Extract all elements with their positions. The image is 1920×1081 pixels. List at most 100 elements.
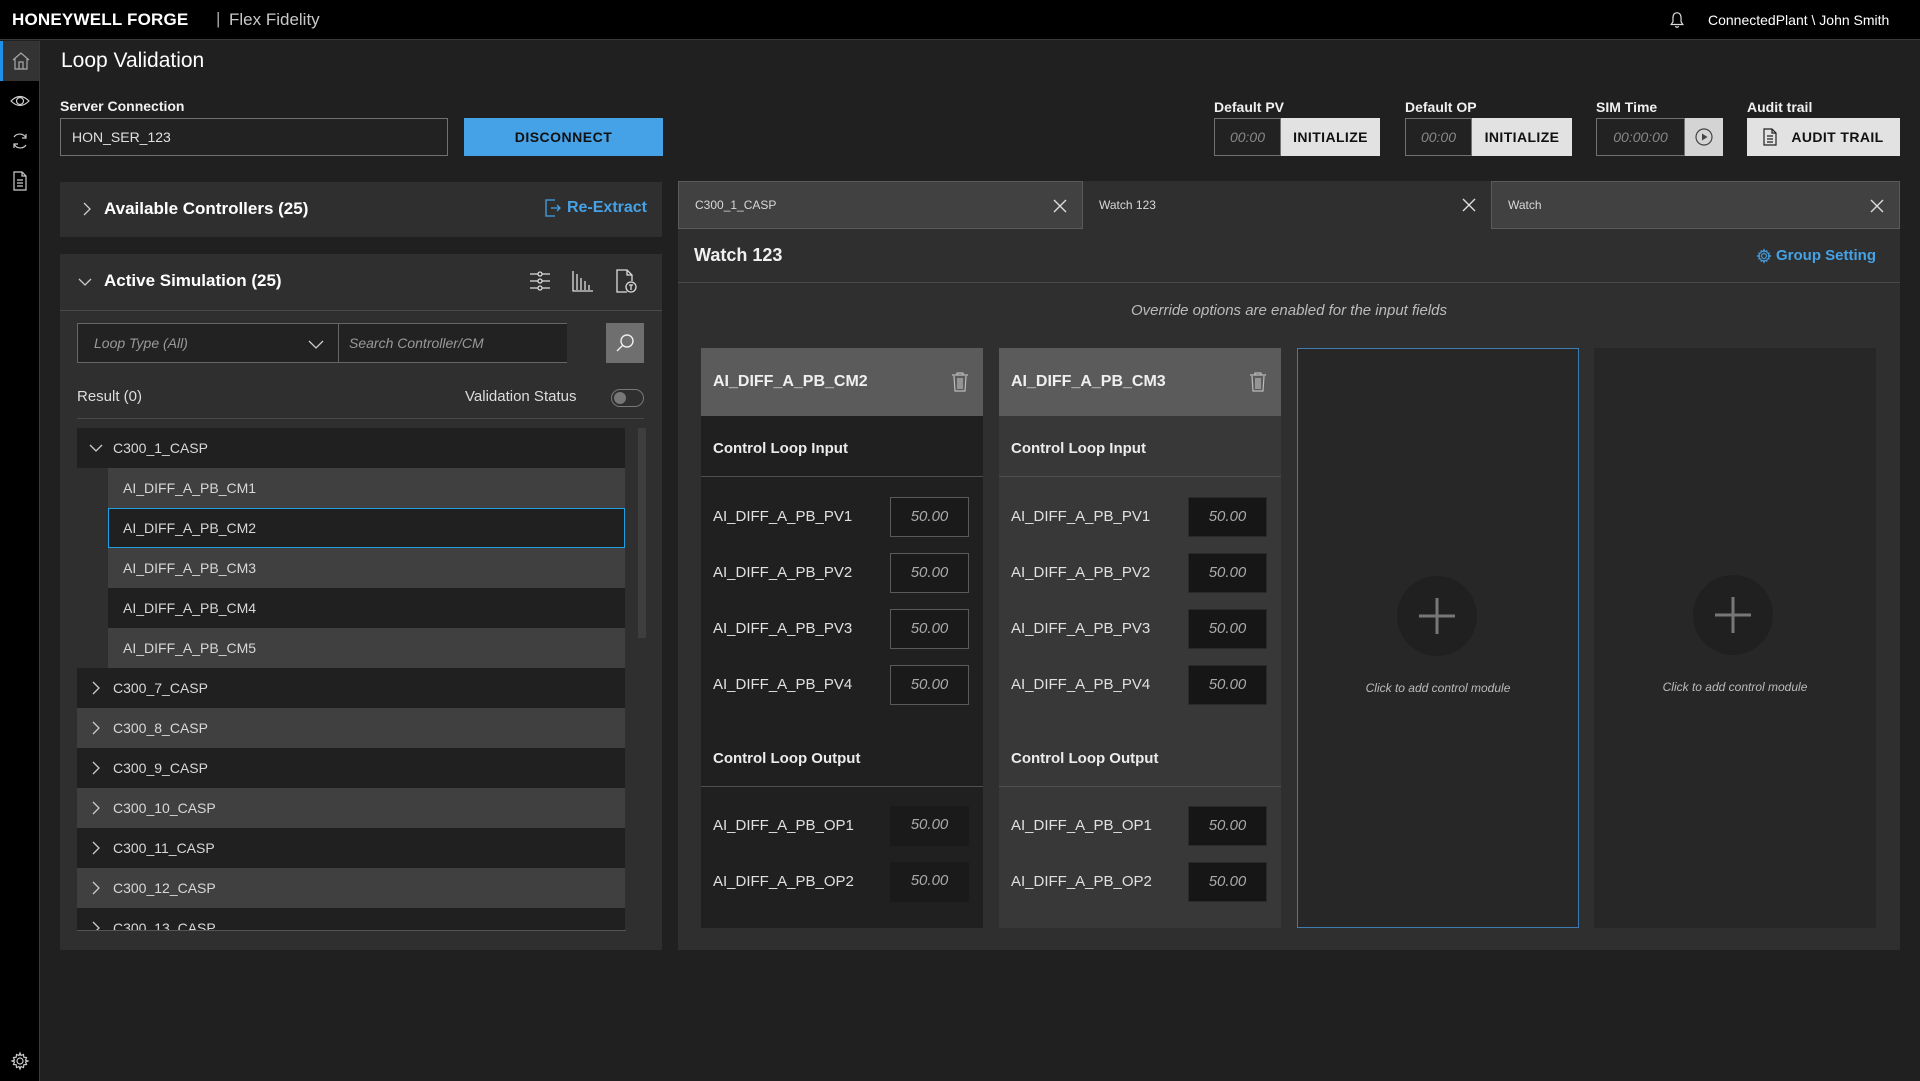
chevron-right-icon[interactable]	[89, 841, 103, 855]
bar-chart-icon[interactable]	[570, 268, 596, 294]
add-button[interactable]	[1397, 576, 1477, 656]
disconnect-button[interactable]: DISCONNECT	[464, 118, 663, 156]
search-controller-input[interactable]	[338, 323, 567, 363]
card-body: Control Loop Input AI_DIFF_A_PB_PV1 50.00 A…	[701, 416, 983, 928]
input-value-field[interactable]: 50.00	[1188, 553, 1267, 593]
active-simulation-panel: Active Simulation (25) Loop Type (All) R…	[60, 254, 662, 950]
default-pv-input[interactable]: 00:00	[1214, 118, 1281, 156]
tree-group-row[interactable]: C300_11_CASP	[77, 828, 625, 868]
chevron-right-icon[interactable]	[89, 881, 103, 895]
sidebar-item-sync[interactable]	[0, 121, 39, 161]
chevron-right-icon[interactable]	[89, 761, 103, 775]
audit-trail-button[interactable]: AUDIT TRAIL	[1747, 118, 1900, 156]
input-value-field[interactable]: 50.00	[890, 553, 969, 593]
tree-scrollbar[interactable]	[638, 428, 646, 638]
notification-bell-icon[interactable]	[1668, 11, 1686, 29]
chevron-down-icon[interactable]	[89, 441, 103, 455]
input-label: AI_DIFF_A_PB_PV4	[713, 676, 853, 693]
input-value-field[interactable]: 50.00	[890, 609, 969, 649]
validation-status-label: Validation Status	[465, 388, 577, 405]
watch-title: Watch 123	[694, 245, 783, 265]
tree-group-row[interactable]: C300_7_CASP	[77, 668, 625, 708]
output-value-field[interactable]: 50.00	[1188, 862, 1267, 902]
default-op-initialize-button[interactable]: INITIALIZE	[1472, 118, 1572, 156]
trash-icon[interactable]	[1249, 372, 1267, 392]
chevron-down-icon[interactable]	[78, 275, 92, 289]
input-label: AI_DIFF_A_PB_PV2	[1011, 564, 1151, 581]
document-timer-icon[interactable]	[613, 268, 639, 294]
tree-child-row[interactable]: AI_DIFF_A_PB_CM1	[108, 468, 625, 508]
close-icon[interactable]	[1869, 198, 1885, 214]
filter-sliders-icon[interactable]	[527, 268, 553, 294]
search-button[interactable]	[606, 323, 644, 363]
tree-child-row[interactable]: AI_DIFF_A_PB_CM5	[108, 628, 625, 668]
tree-group-row[interactable]: C300_10_CASP	[77, 788, 625, 828]
tree-group-row[interactable]: C300_13_CASP	[77, 908, 625, 931]
sim-time-input[interactable]: 00:00:00	[1596, 118, 1685, 156]
chevron-right-icon[interactable]	[89, 801, 103, 815]
output-value-field[interactable]: 50.00	[890, 806, 969, 846]
sidebar-item-reports[interactable]	[0, 161, 39, 201]
override-note: Override options are enabled for the inp…	[1130, 302, 1448, 319]
close-icon[interactable]	[1052, 198, 1068, 214]
input-value-field[interactable]: 50.00	[1188, 609, 1267, 649]
tree-row-label: C300_1_CASP	[113, 440, 208, 456]
plus-icon	[1419, 598, 1455, 634]
close-icon[interactable]	[1461, 197, 1477, 213]
output-value-field[interactable]: 50.00	[1188, 806, 1267, 846]
card-title: AI_DIFF_A_PB_CM2	[713, 373, 868, 390]
input-value-field[interactable]: 50.00	[890, 497, 969, 537]
sim-play-button[interactable]	[1685, 118, 1723, 156]
tree-row-label: C300_12_CASP	[113, 880, 216, 896]
available-controllers-title[interactable]: Available Controllers (25)	[104, 199, 308, 219]
input-value-field[interactable]: 50.00	[1188, 665, 1267, 705]
tree-group-row[interactable]: C300_1_CASP	[77, 428, 625, 468]
tree-child-row[interactable]: AI_DIFF_A_PB_CM4	[108, 588, 625, 628]
tab-watch-123[interactable]: Watch 123	[1083, 181, 1491, 229]
trash-icon[interactable]	[951, 372, 969, 392]
active-simulation-title[interactable]: Active Simulation (25)	[104, 271, 282, 291]
tree-group-row[interactable]: C300_8_CASP	[77, 708, 625, 748]
divider	[999, 476, 1281, 477]
user-menu[interactable]: ConnectedPlant \ John Smith	[1708, 12, 1889, 28]
page-title: Loop Validation	[61, 49, 205, 72]
tab-watch[interactable]: Watch	[1491, 181, 1900, 229]
card-title: AI_DIFF_A_PB_CM3	[1011, 373, 1166, 390]
card-header: AI_DIFF_A_PB_CM3	[999, 348, 1281, 416]
add-button[interactable]	[1693, 575, 1773, 655]
sidebar-item-settings[interactable]	[0, 1041, 39, 1081]
chevron-right-icon[interactable]	[89, 921, 103, 931]
tab-c300-1-casp[interactable]: C300_1_CASP	[678, 181, 1083, 229]
tree-child-row[interactable]: AI_DIFF_A_PB_CM3	[108, 548, 625, 588]
output-value-field[interactable]: 50.00	[890, 862, 969, 902]
output-section-title: Control Loop Output	[713, 750, 861, 767]
add-control-module-slot[interactable]: Click to add control module	[1594, 348, 1876, 928]
add-control-module-text: Click to add control module	[1662, 680, 1808, 694]
chevron-right-icon[interactable]	[89, 721, 103, 735]
group-setting-link[interactable]: Group Setting	[1756, 247, 1876, 264]
tree-group-row[interactable]: C300_9_CASP	[77, 748, 625, 788]
chevron-right-icon[interactable]	[89, 681, 103, 695]
server-connection-input[interactable]	[60, 118, 448, 156]
tree-row-label: AI_DIFF_A_PB_CM1	[123, 480, 257, 496]
input-value-field[interactable]: 50.00	[1188, 497, 1267, 537]
divider	[999, 786, 1281, 787]
re-extract-link[interactable]: Re-Extract	[545, 199, 647, 217]
default-op-input[interactable]: 00:00	[1405, 118, 1472, 156]
sidebar-item-monitor[interactable]	[0, 81, 39, 121]
output-section-title: Control Loop Output	[1011, 750, 1159, 767]
home-icon	[12, 52, 30, 70]
loop-type-dropdown[interactable]: Loop Type (All)	[77, 323, 339, 363]
divider	[60, 310, 662, 311]
tree-row-label: AI_DIFF_A_PB_CM3	[123, 560, 257, 576]
tree-group-row[interactable]: C300_12_CASP	[77, 868, 625, 908]
chevron-right-icon[interactable]	[80, 202, 94, 216]
input-label: AI_DIFF_A_PB_PV1	[713, 508, 853, 525]
refresh-icon	[12, 133, 27, 149]
sidebar-item-home[interactable]	[0, 41, 39, 81]
default-pv-initialize-button[interactable]: INITIALIZE	[1281, 118, 1380, 156]
validation-status-toggle[interactable]	[611, 389, 644, 407]
add-control-module-slot[interactable]: Click to add control module	[1297, 348, 1579, 928]
tree-child-row[interactable]: AI_DIFF_A_PB_CM2	[108, 508, 625, 548]
input-value-field[interactable]: 50.00	[890, 665, 969, 705]
